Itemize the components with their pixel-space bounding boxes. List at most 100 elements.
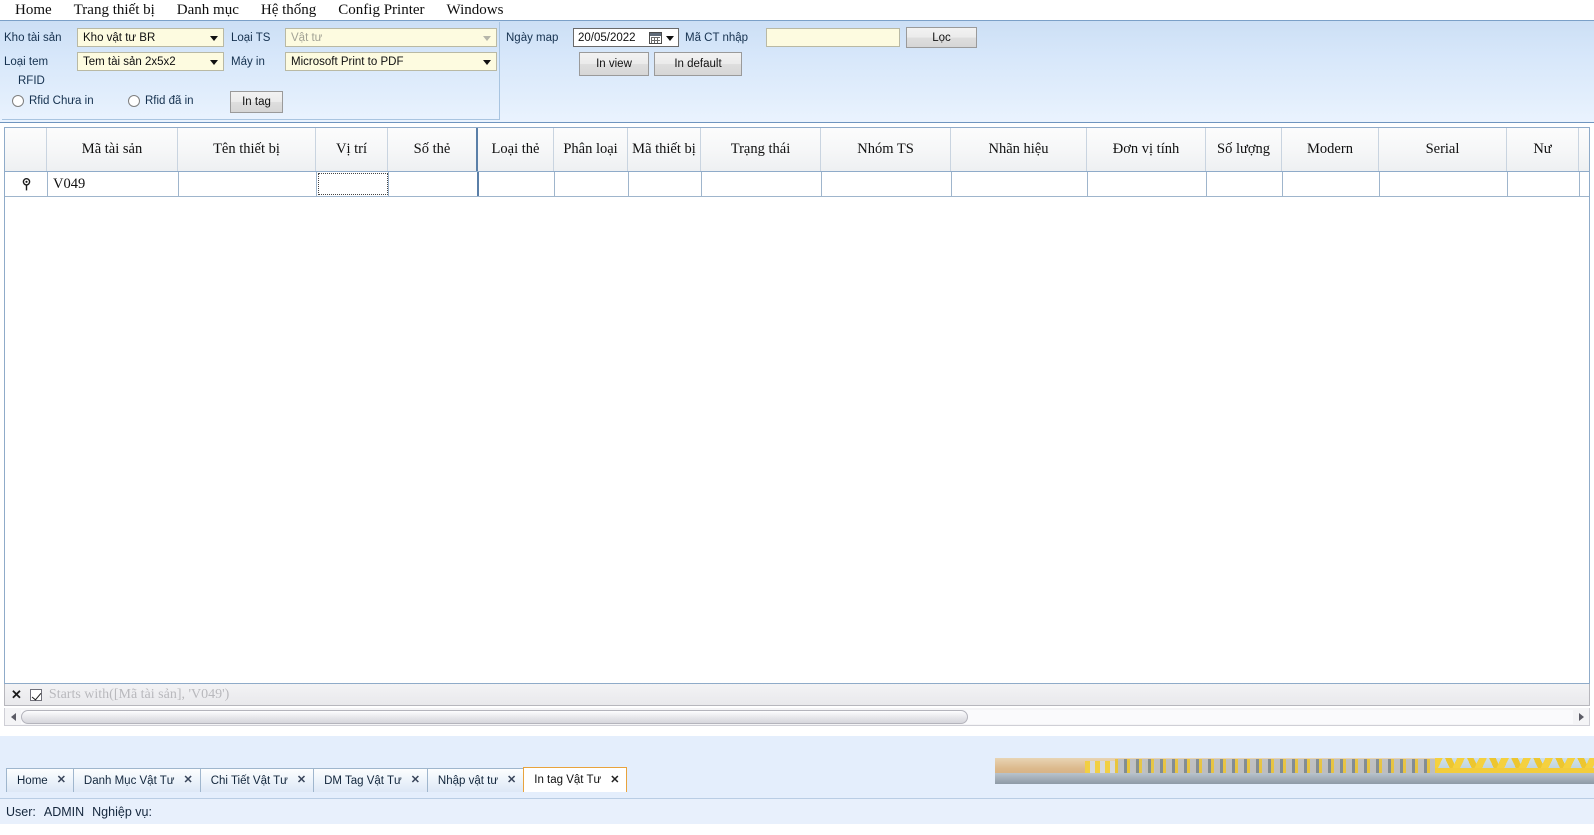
cell-so-the[interactable] [389, 172, 479, 196]
cell-nhom-ts[interactable] [822, 172, 952, 196]
document-tab-strip: Home ✕ Danh Mục Vật Tư ✕ Chi Tiết Vật Tư… [0, 767, 626, 792]
grid-header-modern[interactable]: Modern [1282, 128, 1379, 171]
filter-enabled-checkbox[interactable] [30, 689, 42, 701]
table-row[interactable]: V049 [5, 172, 1589, 197]
grid-header-ma-tai-san[interactable]: Mã tài sản [47, 128, 178, 171]
tab-home[interactable]: Home ✕ [6, 768, 74, 792]
cell-vi-tri[interactable] [317, 172, 389, 196]
chevron-down-icon [210, 36, 218, 41]
grid-header-so-the[interactable]: Số thẻ [388, 128, 478, 171]
grid-horizontal-scrollbar[interactable] [4, 708, 1590, 726]
filter-toolbar: Kho tài sản Kho vật tư BR Loại TS Vật tư… [0, 20, 1594, 123]
filter-expression-text[interactable]: Starts with([Mã tài sản], 'V049') [49, 687, 229, 703]
cell-modern[interactable] [1283, 172, 1380, 196]
rfid-options: Rfid Chưa in Rfid đã in In tag [10, 89, 492, 119]
menu-item-he-thong[interactable]: Hệ thống [250, 0, 327, 20]
cell-trang-thai[interactable] [702, 172, 822, 196]
tab-danh-muc-vat-tu-label: Danh Mục Vật Tư [84, 775, 175, 787]
main-menu-bar: Home Trang thiết bị Danh mục Hệ thống Co… [0, 0, 1594, 20]
grid-header-serial[interactable]: Serial [1379, 128, 1507, 171]
close-icon[interactable]: ✕ [11, 688, 22, 701]
grid-header-trang-thai[interactable]: Trạng thái [701, 128, 821, 171]
may-in-combobox[interactable]: Microsoft Print to PDF [285, 52, 497, 71]
tab-nhap-vat-tu[interactable]: Nhập vật tư ✕ [427, 768, 524, 792]
bottom-zone: Home ✕ Danh Mục Vật Tư ✕ Chi Tiết Vật Tư… [0, 736, 1594, 798]
ma-ct-nhap-label: Mã CT nhập [685, 32, 748, 44]
ma-ct-nhap-input[interactable] [766, 28, 900, 47]
scrollbar-thumb[interactable] [21, 710, 968, 724]
may-in-value: Microsoft Print to PDF [291, 56, 403, 68]
application-window: Home Trang thiết bị Danh mục Hệ thống Co… [0, 0, 1594, 835]
filter-expression-panel: ✕ Starts with([Mã tài sản], 'V049') [4, 684, 1590, 706]
menu-item-home[interactable]: Home [4, 0, 63, 20]
loai-tem-combobox[interactable]: Tem tài sản 2x5x2 [77, 52, 224, 71]
close-icon[interactable]: ✕ [411, 775, 420, 786]
asset-data-grid: Mã tài sản Tên thiết bị Vị trí Số thẻ Lo… [4, 127, 1590, 684]
cell-nuoc[interactable] [1508, 172, 1580, 196]
tab-home-label: Home [17, 775, 48, 787]
menu-item-trang-thiet-bi[interactable]: Trang thiết bị [63, 0, 166, 20]
radio-rfid-da-in[interactable]: Rfid đã in [128, 95, 194, 107]
kho-tai-san-combobox[interactable]: Kho vật tư BR [77, 28, 224, 47]
cell-ma-thiet-bi[interactable] [629, 172, 702, 196]
tab-dm-tag-vat-tu-label: DM Tag Vật Tư [324, 775, 402, 787]
tab-dm-tag-vat-tu[interactable]: DM Tag Vật Tư ✕ [313, 768, 428, 792]
cell-so-luong[interactable] [1207, 172, 1283, 196]
radio-rfid-chua-in-label: Rfid Chưa in [29, 95, 94, 107]
may-in-label: Máy in [231, 56, 265, 68]
tab-in-tag-vat-tu-label: In tag Vật Tư [534, 774, 601, 786]
grid-header-don-vi-tinh[interactable]: Đơn vị tính [1087, 128, 1206, 171]
tab-chi-tiet-vat-tu-label: Chi Tiết Vật Tư [211, 775, 288, 787]
cell-ma-tai-san[interactable]: V049 [48, 172, 179, 196]
tab-chi-tiet-vat-tu[interactable]: Chi Tiết Vật Tư ✕ [200, 768, 314, 792]
loai-tem-label: Loại tem [4, 56, 48, 68]
in-view-button[interactable]: In view [579, 52, 649, 76]
window-footer [0, 824, 1594, 835]
close-icon[interactable]: ✕ [184, 775, 193, 786]
grid-header-vi-tri[interactable]: Vị trí [316, 128, 388, 171]
cell-don-vi-tinh[interactable] [1088, 172, 1207, 196]
cell-phan-loai[interactable] [555, 172, 629, 196]
tab-nhap-vat-tu-label: Nhập vật tư [438, 775, 498, 787]
ngay-map-date-input[interactable]: 20/05/2022 [573, 28, 679, 47]
loai-ts-label: Loại TS [231, 32, 270, 44]
close-icon[interactable]: ✕ [57, 775, 66, 786]
in-tag-button[interactable]: In tag [230, 91, 283, 113]
grid-header-ma-thiet-bi[interactable]: Mã thiết bị [628, 128, 701, 171]
grid-header-loai-the[interactable]: Loại thẻ [478, 128, 554, 171]
cell-nhan-hieu[interactable] [952, 172, 1088, 196]
loc-button[interactable]: Lọc [906, 27, 977, 48]
menu-item-danh-muc[interactable]: Danh mục [166, 0, 250, 20]
grid-header-phan-loai[interactable]: Phân loại [554, 128, 628, 171]
tab-in-tag-vat-tu[interactable]: In tag Vật Tư ✕ [523, 767, 627, 792]
grid-header-nhan-hieu[interactable]: Nhãn hiệu [951, 128, 1087, 171]
radio-rfid-da-in-label: Rfid đã in [145, 95, 194, 107]
grid-header-row: Mã tài sản Tên thiết bị Vị trí Số thẻ Lo… [5, 128, 1589, 172]
grid-header-nhom-ts[interactable]: Nhóm TS [821, 128, 951, 171]
cell-ten-thiet-bi[interactable] [179, 172, 317, 196]
chevron-down-icon[interactable] [666, 36, 674, 41]
in-default-button[interactable]: In default [654, 52, 742, 76]
cell-serial[interactable] [1380, 172, 1508, 196]
scroll-left-icon[interactable] [5, 709, 21, 725]
cell-loai-the[interactable] [479, 172, 555, 196]
loai-ts-combobox[interactable]: Vật tư [285, 28, 497, 47]
scrollbar-track[interactable] [21, 710, 1573, 724]
scroll-right-icon[interactable] [1573, 709, 1589, 725]
grid-header-so-luong[interactable]: Số lượng [1206, 128, 1282, 171]
status-user-label: User: [6, 805, 36, 819]
rfid-group-label: RFID [18, 75, 45, 87]
loai-tem-value: Tem tài sản 2x5x2 [83, 56, 176, 68]
calendar-icon[interactable] [649, 32, 662, 44]
tab-danh-muc-vat-tu[interactable]: Danh Mục Vật Tư ✕ [73, 768, 201, 792]
grid-header-nuoc[interactable]: Nư [1507, 128, 1579, 171]
close-icon[interactable]: ✕ [507, 775, 516, 786]
grid-header-ten-thiet-bi[interactable]: Tên thiết bị [178, 128, 316, 171]
radio-rfid-chua-in[interactable]: Rfid Chưa in [12, 95, 94, 107]
close-icon[interactable]: ✕ [297, 775, 306, 786]
close-icon[interactable]: ✕ [610, 775, 619, 786]
menu-item-config-printer[interactable]: Config Printer [327, 0, 435, 20]
chevron-down-icon [210, 60, 218, 65]
menu-item-windows[interactable]: Windows [436, 0, 515, 20]
chevron-down-icon [483, 36, 491, 41]
